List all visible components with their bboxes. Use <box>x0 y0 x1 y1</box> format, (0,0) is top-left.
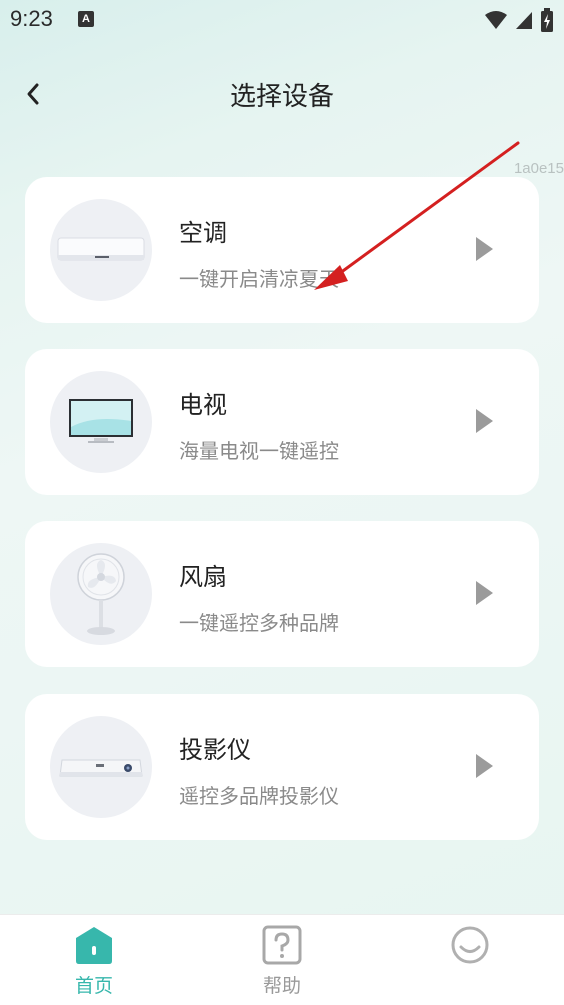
device-description: 遥控多品牌投影仪 <box>179 784 339 808</box>
tv-icon <box>69 399 133 443</box>
device-thumbnail <box>50 371 152 473</box>
status-icons <box>484 8 554 32</box>
help-icon <box>262 925 302 965</box>
notification-a-icon: A <box>78 11 94 27</box>
bottom-tab-bar: 首页 帮助 <box>0 914 564 1005</box>
device-card-projector[interactable]: 投影仪 遥控多品牌投影仪 <box>25 694 539 840</box>
tab-home[interactable]: 首页 <box>34 915 154 1005</box>
play-arrow-icon <box>476 754 493 778</box>
play-arrow-icon <box>476 581 493 605</box>
tab-label: 首页 <box>74 975 113 997</box>
status-bar: 9:23 A <box>0 0 564 40</box>
device-description: 海量电视一键遥控 <box>179 439 339 463</box>
smiley-icon <box>451 926 489 964</box>
play-arrow-icon <box>476 409 493 433</box>
tab-profile[interactable] <box>410 915 530 1005</box>
projector-icon <box>59 759 143 777</box>
header: 选择设备 <box>0 62 564 126</box>
device-description: 一键开启清凉夏天 <box>179 267 339 291</box>
device-thumbnail <box>50 199 152 301</box>
home-icon <box>76 927 112 964</box>
device-card-air-conditioner[interactable]: 空调 一键开启清凉夏天 <box>25 177 539 323</box>
play-arrow-icon <box>476 237 493 261</box>
device-name: 风扇 <box>179 563 227 591</box>
battery-icon <box>541 8 553 32</box>
signal-icon <box>516 12 532 29</box>
device-name: 电视 <box>179 391 227 419</box>
device-name: 空调 <box>179 219 227 247</box>
annotation-arrow <box>314 141 520 290</box>
device-thumbnail <box>50 716 152 818</box>
device-name: 投影仪 <box>179 736 251 764</box>
tab-help[interactable]: 帮助 <box>222 915 342 1005</box>
watermark-text: 1a0e15 <box>513 160 564 177</box>
tab-label: 帮助 <box>262 975 301 997</box>
device-card-tv[interactable]: 电视 海量电视一键遥控 <box>25 349 539 495</box>
status-time: 9:23 <box>10 6 53 31</box>
fan-icon <box>77 553 125 635</box>
device-thumbnail <box>50 543 152 645</box>
air-conditioner-icon <box>57 237 145 261</box>
device-description: 一键遥控多种品牌 <box>179 611 339 635</box>
wifi-icon <box>485 11 507 29</box>
device-card-fan[interactable]: 风扇 一键遥控多种品牌 <box>25 521 539 667</box>
page-title: 选择设备 <box>229 82 334 112</box>
